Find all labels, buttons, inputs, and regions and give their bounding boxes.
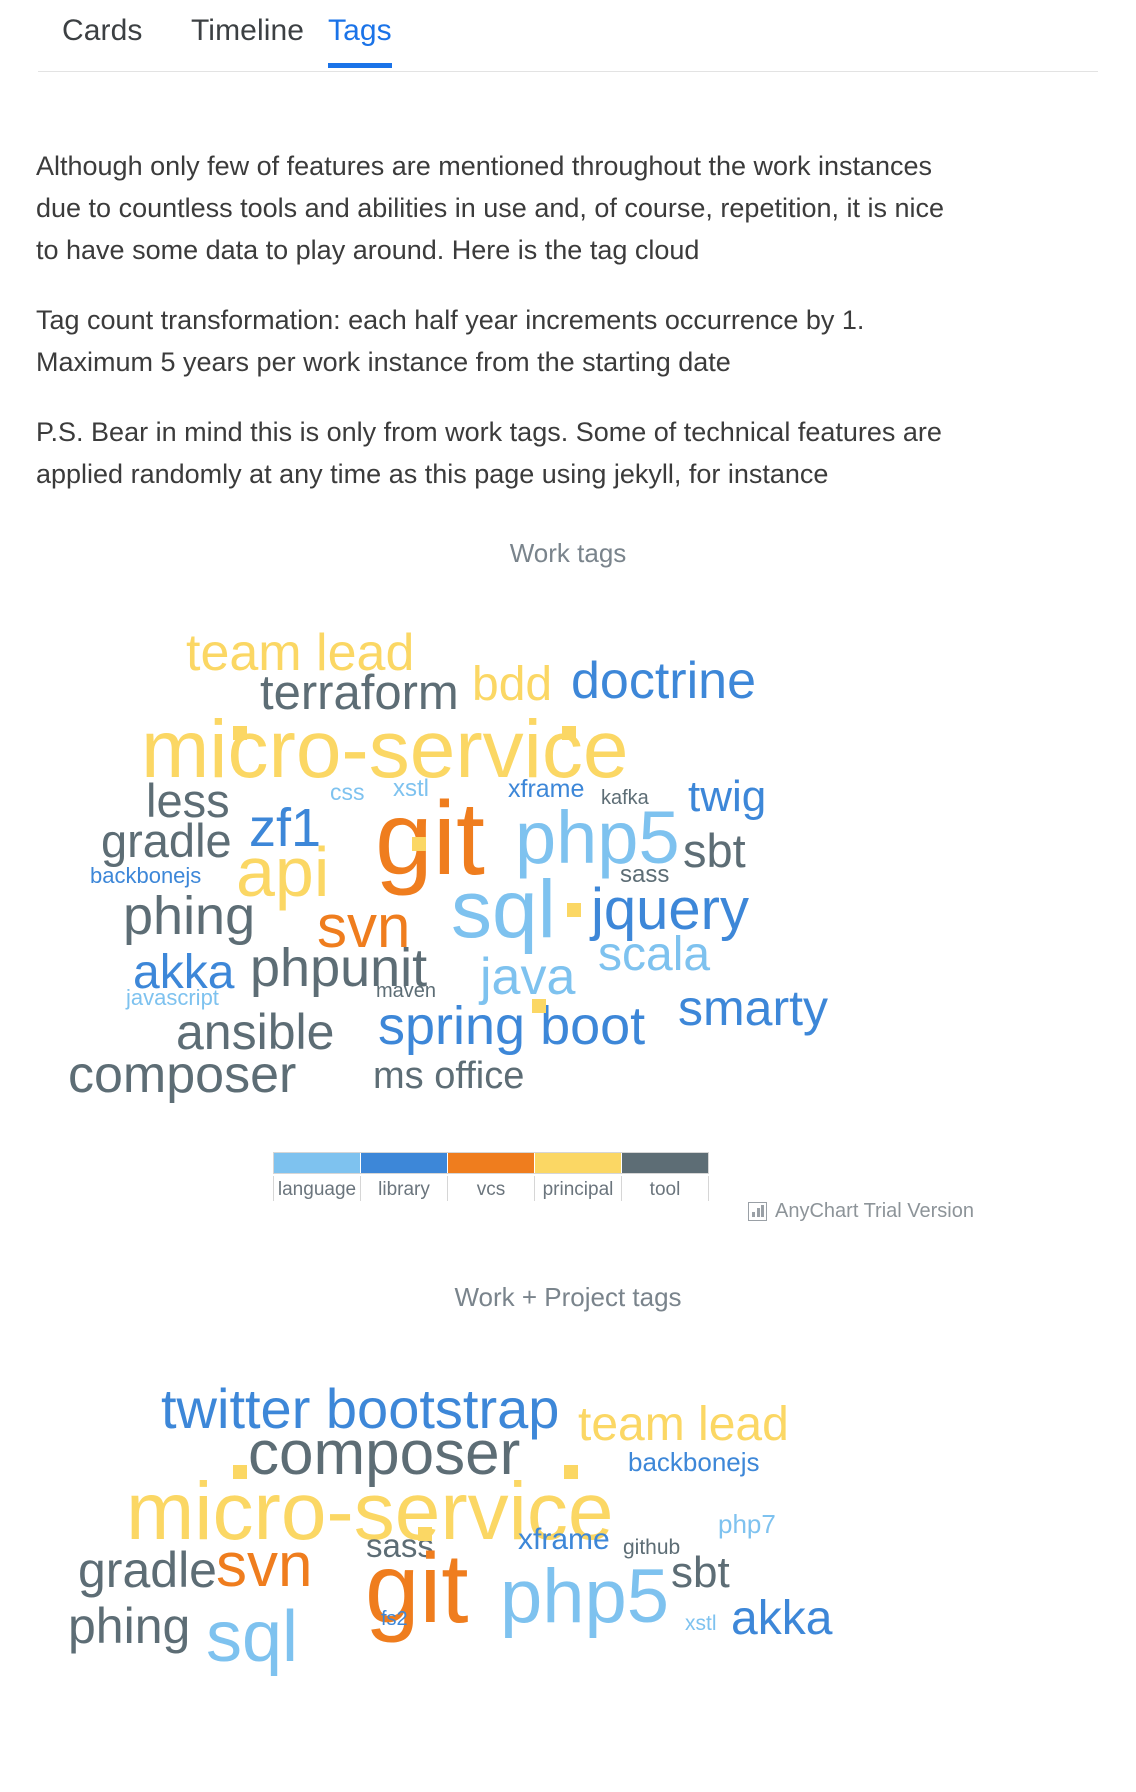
- tag-word[interactable]: smarty: [678, 983, 828, 1033]
- tag-separator-dot: [418, 1527, 432, 1541]
- tag-word[interactable]: ms office: [373, 1057, 524, 1095]
- anychart-credit[interactable]: AnyChart Trial Version: [748, 1200, 974, 1223]
- tag-word[interactable]: team lead: [578, 1401, 789, 1449]
- legend-swatch[interactable]: [360, 1153, 447, 1173]
- work-project-tags-cloud-canvas[interactable]: twitter bootstrap team lead composer backbo…: [68, 1313, 1068, 1792]
- tag-word[interactable]: backbonejs: [90, 865, 201, 887]
- intro-paragraph-2: Tag count transformation: each half year…: [36, 305, 865, 377]
- legend-swatch[interactable]: [621, 1153, 708, 1173]
- tag-word[interactable]: php7: [718, 1511, 776, 1537]
- work-tags-cloud: Work tags team lead terraform bdd doctrine m…: [0, 538, 1136, 1101]
- tag-word[interactable]: fs2: [381, 1609, 408, 1629]
- legend-color-bar: [273, 1152, 709, 1174]
- tab-bar: Cards Timeline Tags: [0, 0, 1136, 72]
- legend-swatch[interactable]: [534, 1153, 621, 1173]
- intro-paragraph-3: P.S. Bear in mind this is only from work…: [36, 417, 942, 489]
- tag-word[interactable]: sql: [206, 1601, 298, 1673]
- tag-word[interactable]: spring boot: [378, 999, 645, 1053]
- tag-word[interactable]: css: [330, 781, 365, 804]
- legend-label[interactable]: vcs: [447, 1176, 534, 1201]
- tag-separator-dot: [233, 1465, 247, 1479]
- tag-separator-dot: [564, 1465, 578, 1479]
- tags-page: Cards Timeline Tags Although only few of…: [0, 0, 1136, 1792]
- legend-swatch[interactable]: [447, 1153, 534, 1173]
- tag-word[interactable]: composer: [68, 1049, 296, 1101]
- tag-word[interactable]: scala: [598, 931, 710, 979]
- tag-word[interactable]: php5: [500, 1559, 669, 1635]
- tag-word[interactable]: gradle: [78, 1545, 217, 1595]
- tag-word[interactable]: xframe: [518, 1525, 610, 1555]
- tag-word[interactable]: backbonejs: [628, 1449, 760, 1475]
- tab-cards[interactable]: Cards: [62, 14, 143, 64]
- tab-tags[interactable]: Tags: [328, 14, 392, 68]
- tag-word[interactable]: sql: [451, 869, 556, 951]
- tab-timeline[interactable]: Timeline: [191, 14, 304, 64]
- category-legend: language library vcs principal tool: [273, 1152, 709, 1201]
- tag-separator-dot: [412, 837, 426, 851]
- legend-label[interactable]: library: [360, 1176, 447, 1201]
- tag-word[interactable]: twig: [688, 775, 766, 819]
- anychart-credit-label: AnyChart Trial Version: [775, 1200, 974, 1222]
- tag-word[interactable]: sbt: [683, 827, 746, 874]
- tag-word[interactable]: xstl: [685, 1613, 717, 1634]
- work-tags-cloud-canvas[interactable]: team lead terraform bdd doctrine micro-servi…: [68, 569, 1068, 1101]
- intro-paragraph-1: Although only few of features are mentio…: [36, 151, 945, 265]
- bar-chart-icon: [748, 1202, 767, 1221]
- tab-bar-divider: [38, 71, 1098, 72]
- tag-word[interactable]: svn: [216, 1535, 312, 1597]
- tag-word[interactable]: phing: [68, 1601, 190, 1651]
- work-tags-cloud-title: Work tags: [509, 538, 627, 568]
- tag-word[interactable]: akka: [731, 1595, 832, 1643]
- tag-word[interactable]: doctrine: [571, 655, 756, 707]
- tag-separator-dot: [532, 999, 546, 1013]
- tag-word[interactable]: sbt: [671, 1551, 730, 1595]
- tag-separator-dot: [562, 726, 576, 740]
- tag-separator-dot: [233, 726, 247, 740]
- legend-label[interactable]: language: [273, 1176, 360, 1201]
- legend-label[interactable]: tool: [621, 1176, 708, 1201]
- tag-separator-dot: [567, 903, 581, 917]
- legend-label-row: language library vcs principal tool: [273, 1176, 709, 1201]
- work-project-tags-cloud: Work + Project tags twitter bootstrap tea…: [0, 1282, 1136, 1792]
- tag-word[interactable]: gradle: [101, 817, 232, 864]
- legend-label[interactable]: principal: [534, 1176, 621, 1201]
- tag-word[interactable]: phing: [123, 889, 255, 943]
- tag-word[interactable]: bdd: [472, 661, 552, 709]
- work-project-tags-cloud-title: Work + Project tags: [454, 1282, 682, 1312]
- legend-swatch[interactable]: [274, 1153, 360, 1173]
